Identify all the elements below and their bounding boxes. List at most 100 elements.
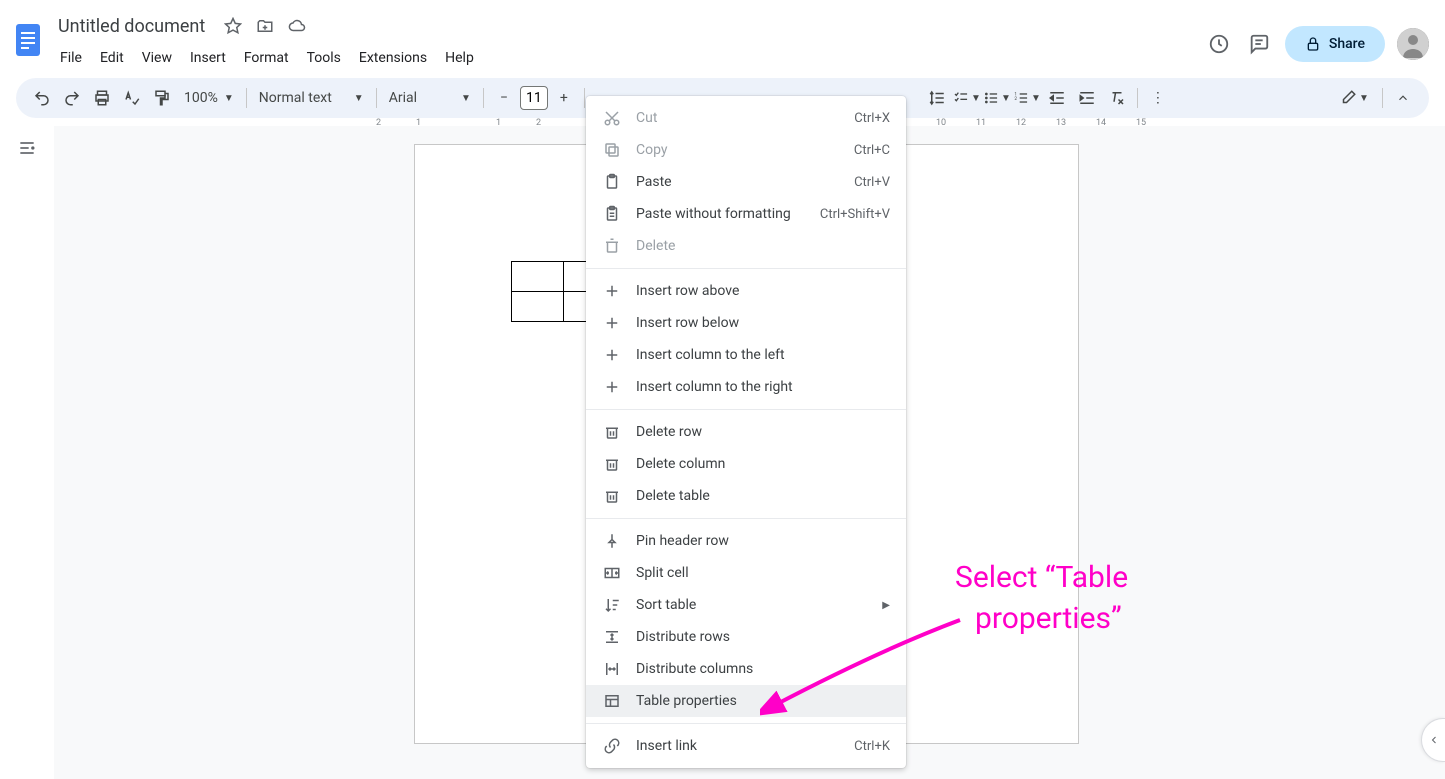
menu-item-label: Insert column to the left	[636, 347, 890, 363]
menu-item-label: Distribute columns	[636, 661, 890, 677]
menu-item-label: Insert link	[636, 738, 840, 754]
table-props-icon	[602, 691, 622, 711]
menu-file[interactable]: File	[52, 46, 90, 70]
history-icon[interactable]	[1205, 30, 1233, 58]
lock-icon	[1305, 36, 1321, 52]
context-menu-insert-column-to-the-left[interactable]: Insert column to the left	[586, 339, 906, 371]
font-size-increase[interactable]: +	[550, 84, 578, 112]
context-menu-split-cell[interactable]: Split cell	[586, 557, 906, 589]
split-icon	[602, 563, 622, 583]
table-cell[interactable]	[512, 292, 564, 322]
menu-item-label: Insert row below	[636, 315, 890, 331]
context-menu-delete: Delete	[586, 230, 906, 262]
more-button[interactable]: ⋮	[1144, 84, 1172, 112]
dist-rows-icon	[602, 627, 622, 647]
context-menu-sort-table[interactable]: Sort table ▶	[586, 589, 906, 621]
context-menu-paste-without-formatting[interactable]: Paste without formattingCtrl+Shift+V	[586, 198, 906, 230]
menu-separator	[586, 268, 906, 269]
menu-edit[interactable]: Edit	[92, 46, 132, 70]
context-menu-insert-column-to-the-right[interactable]: Insert column to the right	[586, 371, 906, 403]
menu-extensions[interactable]: Extensions	[351, 46, 435, 70]
checklist-button[interactable]: ▼	[953, 84, 981, 112]
undo-button[interactable]	[28, 84, 56, 112]
context-menu-copy: CopyCtrl+C	[586, 134, 906, 166]
share-button[interactable]: Share	[1285, 26, 1385, 62]
context-menu-insert-row-below[interactable]: Insert row below	[586, 307, 906, 339]
table-cell[interactable]	[512, 262, 564, 292]
line-spacing-button[interactable]	[923, 84, 951, 112]
collapse-toolbar-button[interactable]	[1389, 84, 1417, 112]
separator	[483, 88, 484, 108]
menu-item-label: Insert column to the right	[636, 379, 890, 395]
context-menu-table-properties[interactable]: Table properties	[586, 685, 906, 717]
outline-toggle[interactable]	[0, 126, 54, 779]
menu-item-label: Cut	[636, 110, 840, 126]
menu-tools[interactable]: Tools	[299, 46, 349, 70]
menu-help[interactable]: Help	[437, 46, 482, 70]
menu-item-label: Insert row above	[636, 283, 890, 299]
context-menu-cut: CutCtrl+X	[586, 102, 906, 134]
numbered-list-button[interactable]: 12▼	[1013, 84, 1041, 112]
font-select[interactable]: Arial▼	[383, 90, 477, 106]
menu-separator	[586, 409, 906, 410]
font-size-decrease[interactable]: −	[490, 84, 518, 112]
avatar[interactable]	[1397, 28, 1429, 60]
context-menu-insert-link[interactable]: Insert link Ctrl+K	[586, 730, 906, 762]
context-menu-distribute-columns[interactable]: Distribute columns	[586, 653, 906, 685]
context-menu-distribute-rows[interactable]: Distribute rows	[586, 621, 906, 653]
context-menu-delete-row[interactable]: Delete row	[586, 416, 906, 448]
redo-button[interactable]	[58, 84, 86, 112]
comments-icon[interactable]	[1245, 30, 1273, 58]
context-menu-insert-row-above[interactable]: Insert row above	[586, 275, 906, 307]
menu-view[interactable]: View	[134, 46, 180, 70]
menu-bar: File Edit View Insert Format Tools Exten…	[52, 44, 1205, 72]
move-icon[interactable]	[255, 16, 275, 36]
spellcheck-button[interactable]	[118, 84, 146, 112]
share-label: Share	[1329, 36, 1365, 52]
context-menu-pin-header-row[interactable]: Pin header row	[586, 525, 906, 557]
trash-icon	[602, 422, 622, 442]
menu-item-label: Sort table	[636, 597, 868, 613]
copy-icon	[602, 140, 622, 160]
shortcut-label: Ctrl+K	[854, 739, 890, 754]
menu-format[interactable]: Format	[236, 46, 297, 70]
clear-format-button[interactable]	[1103, 84, 1131, 112]
menu-item-label: Paste without formatting	[636, 206, 806, 222]
cloud-status-icon[interactable]	[287, 16, 307, 36]
menu-insert[interactable]: Insert	[182, 46, 234, 70]
dist-cols-icon	[602, 659, 622, 679]
cut-icon	[602, 108, 622, 128]
paste-plain-icon	[602, 204, 622, 224]
pin-icon	[602, 531, 622, 551]
header-right: Share	[1205, 26, 1429, 62]
context-menu-paste[interactable]: Paste Ctrl+V	[586, 166, 906, 198]
paint-format-button[interactable]	[148, 84, 176, 112]
zoom-select[interactable]: 100%▼	[178, 90, 240, 106]
link-icon	[602, 736, 622, 756]
menu-item-label: Delete table	[636, 488, 890, 504]
shortcut-label: Ctrl+V	[854, 175, 890, 190]
trash-icon	[602, 486, 622, 506]
submenu-indicator: ▶	[882, 600, 890, 611]
font-size-input[interactable]	[520, 86, 548, 110]
context-menu: CutCtrl+XCopyCtrl+C Paste Ctrl+V Paste with…	[586, 96, 906, 768]
menu-item-label: Delete row	[636, 424, 890, 440]
context-menu-delete-table[interactable]: Delete table	[586, 480, 906, 512]
plus-icon	[602, 345, 622, 365]
menu-item-label: Paste	[636, 174, 840, 190]
bullet-list-button[interactable]: ▼	[983, 84, 1011, 112]
document-title[interactable]: Untitled document	[52, 14, 211, 39]
context-menu-delete-column[interactable]: Delete column	[586, 448, 906, 480]
docs-logo[interactable]	[8, 20, 48, 60]
menu-separator	[586, 723, 906, 724]
editing-mode-button[interactable]: ▼	[1332, 84, 1376, 112]
menu-item-label: Pin header row	[636, 533, 890, 549]
indent-increase-button[interactable]	[1073, 84, 1101, 112]
print-button[interactable]	[88, 84, 116, 112]
plus-icon	[602, 377, 622, 397]
style-select[interactable]: Normal text▼	[253, 90, 370, 106]
indent-decrease-button[interactable]	[1043, 84, 1071, 112]
star-icon[interactable]	[223, 16, 243, 36]
separator	[1137, 88, 1138, 108]
menu-item-label: Delete	[636, 238, 890, 254]
